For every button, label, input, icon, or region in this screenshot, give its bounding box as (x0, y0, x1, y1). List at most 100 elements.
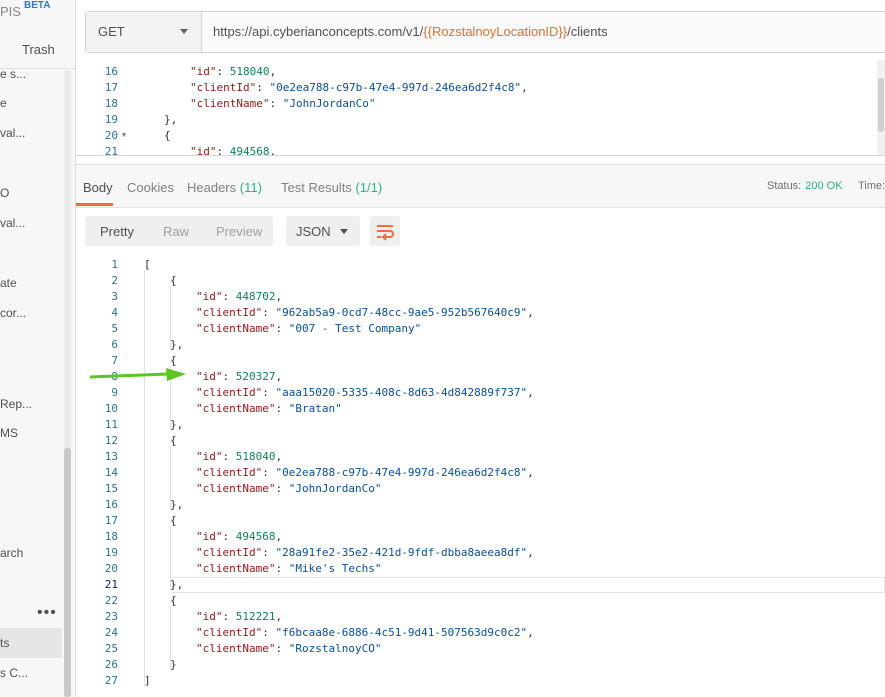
wrap-lines-icon (377, 225, 394, 241)
sidebar-item-active[interactable]: ts (0, 636, 9, 650)
preview-button[interactable]: Preview (216, 224, 262, 239)
code-line: "id": 518040, (190, 65, 277, 78)
line-number: 15 (104, 482, 118, 495)
code-line: }, (170, 498, 184, 511)
sidebar-item[interactable]: arch (0, 546, 23, 560)
format-select[interactable]: JSON (286, 216, 360, 246)
indent-guide (144, 270, 145, 686)
line-number: 12 (104, 434, 118, 447)
code-line: "clientName": "Mike's Techs" (196, 562, 382, 575)
url-input[interactable]: https://api.cyberianconcepts.com/v1/{{Ro… (213, 24, 608, 39)
line-number: 6 (111, 338, 118, 351)
line-number: 17 (104, 81, 118, 94)
url-suffix: /clients (567, 24, 608, 39)
tab-cookies[interactable]: Cookies (127, 180, 174, 195)
trash-link[interactable]: Trash (22, 42, 55, 57)
request-url-bar: GET https://api.cyberianconcepts.com/v1/… (85, 11, 885, 53)
code-line: "clientId": "28a91fe2-35e2-421d-9fdf-dbb… (196, 546, 534, 559)
line-number: 25 (104, 642, 118, 655)
sidebar-item[interactable]: O (0, 186, 9, 200)
line-number: 11 (104, 418, 118, 431)
code-line: "clientId": "aaa15020-5335-408c-8d63-4d8… (196, 386, 534, 399)
line-number: 20 (104, 562, 118, 575)
apis-tab-label[interactable]: PIS (0, 4, 21, 19)
beta-badge: BETA (24, 0, 51, 11)
line-number: 23 (104, 610, 118, 623)
code-line: }, (164, 113, 178, 126)
code-line: } (170, 658, 177, 671)
code-line: { (170, 354, 177, 367)
code-line: "clientId": "962ab5a9-0cd7-48cc-9ae5-952… (196, 306, 534, 319)
sidebar-item[interactable]: MS (0, 426, 18, 440)
tab-headers[interactable]: Headers (11) (187, 180, 262, 195)
code-line: "id": 518040, (196, 450, 283, 463)
code-line: { (164, 129, 171, 142)
line-number: 17 (104, 514, 118, 527)
more-options-icon[interactable]: ••• (37, 604, 57, 622)
code-line: "clientName": "RozstalnoyCO" (196, 642, 382, 655)
chevron-down-icon (340, 229, 348, 234)
line-number: 21 (104, 145, 118, 156)
wrap-lines-button[interactable] (370, 216, 400, 246)
code-line: { (170, 274, 177, 287)
code-line: "clientName": "007 - Test Company" (196, 322, 422, 335)
line-number: 7 (111, 354, 118, 367)
view-mode-group: Pretty Raw Preview (85, 216, 273, 246)
raw-button[interactable]: Raw (163, 224, 189, 239)
line-number: 4 (111, 306, 118, 319)
response-time-label: Time: (858, 180, 885, 192)
sidebar-item[interactable]: s C... (0, 666, 28, 680)
line-number: 16 (104, 65, 118, 78)
sidebar-scrollbar-thumb[interactable] (64, 448, 71, 697)
line-number: 3 (111, 290, 118, 303)
line-number: 2 (111, 274, 118, 287)
code-line: { (170, 434, 177, 447)
response-status: Status: 200 OK (767, 180, 843, 192)
code-line: "clientId": "0e2ea788-c97b-47e4-997d-246… (190, 81, 528, 94)
sidebar-item[interactable]: ate (0, 276, 17, 290)
code-line: "clientName": "JohnJordanCo" (190, 97, 376, 110)
request-body-scrollbar-thumb[interactable] (878, 78, 884, 132)
code-line: "clientName": "Bratan" (196, 402, 342, 415)
tab-test-results[interactable]: Test Results (1/1) (281, 180, 382, 195)
sidebar-item[interactable]: val... (0, 126, 25, 140)
annotation-arrow-icon (90, 368, 186, 381)
tab-body[interactable]: Body (83, 180, 113, 195)
code-line: "id": 494568, (190, 145, 277, 156)
line-number: 16 (104, 498, 118, 511)
code-line: "id": 520327, (196, 370, 283, 383)
status-value: 200 OK (805, 180, 843, 192)
method-select[interactable]: GET (86, 12, 202, 52)
sidebar-item[interactable]: e s... (0, 67, 26, 81)
fold-caret-icon[interactable]: ▼ (122, 131, 126, 139)
sidebar-item[interactable]: Rep... (0, 397, 32, 411)
sidebar-item[interactable]: e (0, 96, 7, 110)
code-line: "id": 512221, (196, 610, 283, 623)
line-number: 14 (104, 466, 118, 479)
line-number: 5 (111, 322, 118, 335)
response-tabs: Body Cookies Headers (11) Test Results (… (76, 164, 885, 208)
line-number: 22 (104, 594, 118, 607)
line-number: 24 (104, 626, 118, 639)
active-tab-indicator (76, 203, 113, 206)
line-number: 21 (104, 578, 118, 591)
code-line: "id": 494568, (196, 530, 283, 543)
current-line-highlight (172, 577, 885, 593)
line-number: 18 (104, 530, 118, 543)
line-number: 19 (104, 546, 118, 559)
sidebar-item[interactable]: cor... (0, 306, 26, 320)
response-body-viewer[interactable]: 1 2 3 4 5 6 7 8 9 10 11 12 13 14 15 16 1… (76, 256, 885, 697)
request-body-editor[interactable]: 16 17 18 19 20 ▼ 21 "id": 518040, "clien… (76, 60, 885, 156)
sidebar-item[interactable]: val... (0, 216, 25, 230)
code-line: "id": 448702, (196, 290, 283, 303)
main-panel: GET https://api.cyberianconcepts.com/v1/… (76, 0, 885, 697)
pretty-button[interactable]: Pretty (100, 224, 134, 239)
code-line: }, (170, 338, 184, 351)
line-number: 18 (104, 97, 118, 110)
format-label: JSON (296, 224, 331, 239)
line-number: 13 (104, 450, 118, 463)
url-prefix: https://api.cyberianconcepts.com/v1/ (213, 24, 424, 39)
code-line: { (170, 514, 177, 527)
headers-count: (11) (239, 180, 262, 195)
chevron-down-icon (180, 29, 188, 34)
